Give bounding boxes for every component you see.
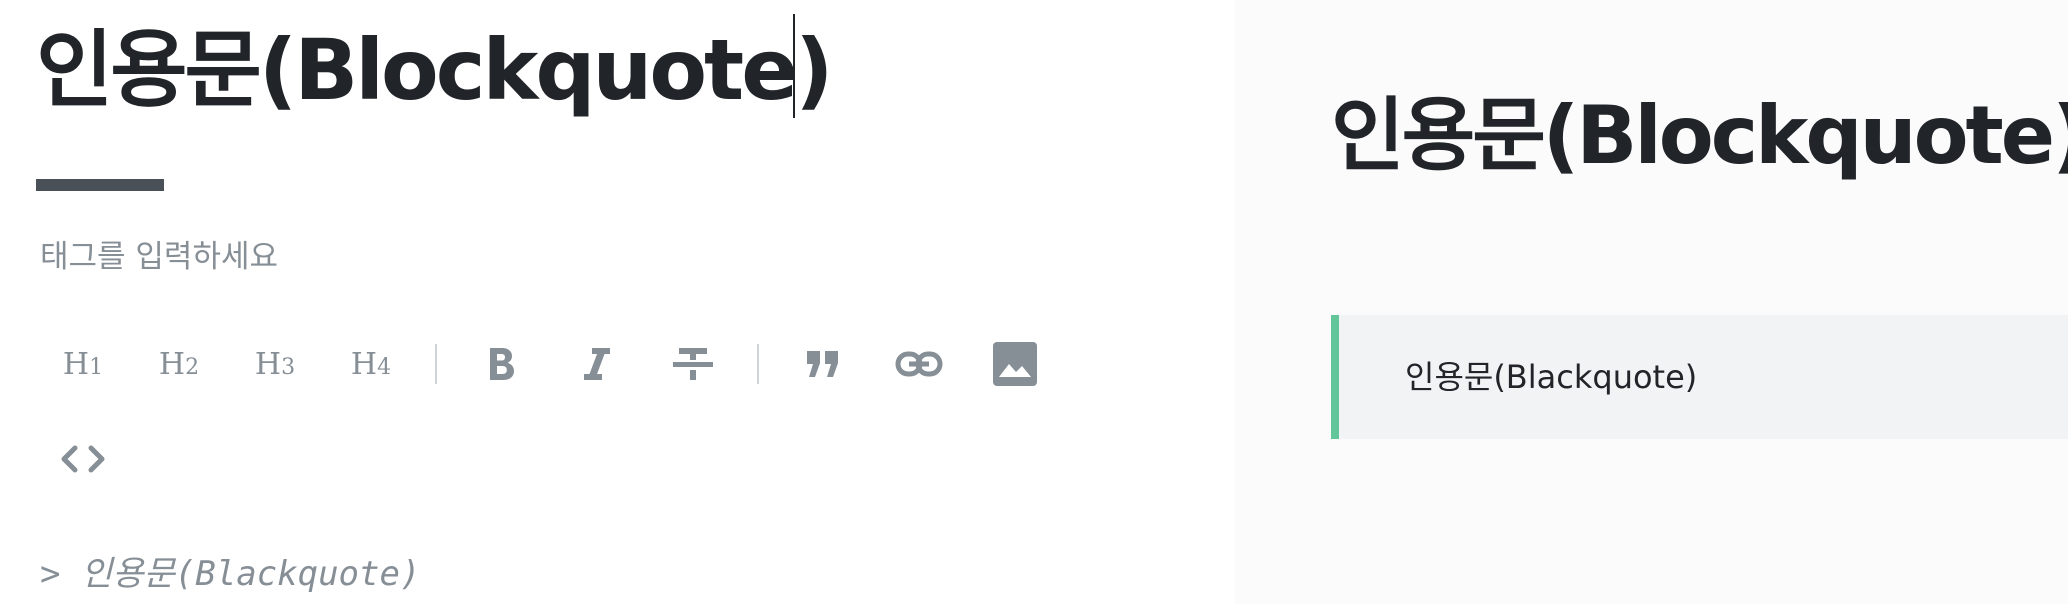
heading2-letter: H [158,346,186,382]
italic-icon [584,348,610,380]
heading1-icon: H1 [63,347,103,382]
heading4-icon: H4 [351,347,391,382]
heading2-number: 2 [185,354,200,380]
strikethrough-button[interactable] [661,332,725,396]
preview-pane: 인용문(Blockquote) 인용문(Blackquote) [1235,0,2068,604]
heading4-number: 4 [377,354,392,380]
heading3-icon: H3 [255,347,295,382]
heading3-number: 3 [281,354,296,380]
editor-toolbar: H1 H2 H3 H4 [0,332,1235,532]
quote-button[interactable] [791,332,855,396]
heading2-icon: H2 [159,347,199,382]
heading3-button[interactable]: H3 [243,332,307,396]
tag-input[interactable]: 태그를 입력하세요 [40,234,278,280]
toolbar-separator [435,344,437,384]
quote-icon [807,351,838,377]
heading1-number: 1 [89,354,104,380]
blockquote-text: 인용문(Blackquote) [1405,358,1698,396]
link-button[interactable] [887,332,951,396]
code-button[interactable] [51,427,115,491]
link-icon [895,351,943,377]
markdown-content-line[interactable]: > 인용문(Blackquote) [40,550,420,598]
italic-button[interactable] [565,332,629,396]
heading4-button[interactable]: H4 [339,332,403,396]
preview-title: 인용문(Blockquote) [1331,89,2068,182]
heading2-button[interactable]: H2 [147,332,211,396]
write-page: 인용문(Blockquote) 태그를 입력하세요 H1 H2 H3 H4 > … [0,0,2068,604]
strikethrough-icon [673,348,713,380]
title-divider [36,179,164,191]
heading1-letter: H [62,346,90,382]
heading1-button[interactable]: H1 [51,332,115,396]
preview-blockquote: 인용문(Blackquote) [1331,315,2068,439]
code-icon [61,445,105,473]
text-caret [793,14,795,118]
editor-pane: 인용문(Blockquote) 태그를 입력하세요 H1 H2 H3 H4 > … [0,0,1235,604]
bold-button[interactable] [469,332,533,396]
heading3-letter: H [254,346,282,382]
heading4-letter: H [350,346,378,382]
bold-icon [490,348,514,380]
title-input[interactable]: 인용문(Blockquote) [36,10,834,130]
toolbar-separator [757,344,759,384]
image-button[interactable] [983,332,1047,396]
image-icon [993,342,1037,386]
